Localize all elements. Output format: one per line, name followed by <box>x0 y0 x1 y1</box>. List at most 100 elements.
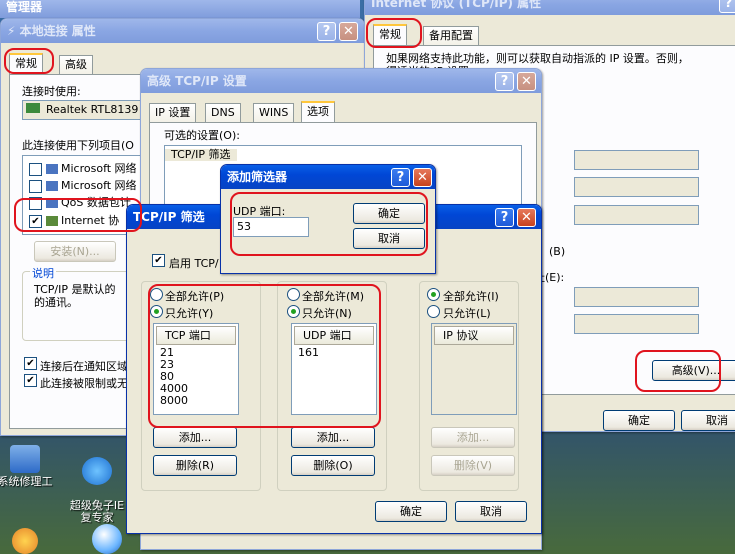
window-title: Internet 协议 (TCP/IP) 属性 <box>371 0 542 10</box>
tcp-remove-button[interactable]: 删除(R) <box>153 455 237 476</box>
background-window-title: 管理器 <box>0 0 360 18</box>
udp-add-button[interactable]: 添加... <box>291 427 375 448</box>
cancel-button[interactable]: 取消 <box>681 410 735 431</box>
item-checkbox[interactable] <box>29 162 42 176</box>
connect-using-label: 连接时使用: <box>22 85 81 98</box>
list-item[interactable]: Microsoft 网络 <box>29 177 137 193</box>
udp-ports-header: UDP 端口 <box>294 326 374 345</box>
adapter-icon <box>26 103 40 113</box>
item-checkbox[interactable] <box>29 196 42 210</box>
ok-button[interactable]: 确定 <box>353 203 425 224</box>
close-button[interactable]: ✕ <box>339 22 358 41</box>
radio-b-label: (B) <box>549 245 566 258</box>
dns-field-1 <box>574 287 699 307</box>
udp-remove-button[interactable]: 删除(O) <box>291 455 375 476</box>
desktop-icon-repair[interactable]: 系统修理工 <box>0 445 60 488</box>
tab-options[interactable]: 选项 <box>301 101 335 122</box>
advanced-button[interactable]: 高级(V)... <box>652 360 735 381</box>
tcp-allow-only-radio[interactable] <box>150 305 163 318</box>
item-icon <box>45 216 58 226</box>
ip-protocols-list: IP 协议 <box>431 323 517 415</box>
item-checkbox[interactable] <box>29 179 42 193</box>
install-button[interactable]: 安装(N)... <box>34 241 116 262</box>
ip-remove-button[interactable]: 删除(V) <box>431 455 515 476</box>
title-bar: Internet 协议 (TCP/IP) 属性 <box>365 0 735 15</box>
window-title: 添加筛选器 <box>227 170 288 184</box>
add-filter-dialog: 添加筛选器 ? ✕ UDP 端口: 53 确定 取消 <box>220 164 436 274</box>
start-orb-icon[interactable] <box>12 528 38 554</box>
list-item[interactable]: QoS 数据包计 <box>29 194 131 210</box>
ip-allow-all-label: 全部允许(I) <box>443 290 499 303</box>
ie-repair-icon <box>82 457 112 485</box>
dns-field-2 <box>574 314 699 334</box>
item-icon <box>45 198 58 208</box>
tcp-allow-only-label: 只允许(Y) <box>165 307 214 320</box>
title-bar: 高级 TCP/IP 设置 <box>141 69 541 93</box>
tab-general[interactable]: 常规 <box>373 24 407 45</box>
help-button[interactable]: ? <box>391 168 410 187</box>
item-label: QoS 数据包计 <box>61 196 131 209</box>
tcp-allow-all-radio[interactable] <box>150 288 163 301</box>
close-button[interactable]: ✕ <box>413 168 432 187</box>
help-button[interactable]: ? <box>495 208 514 227</box>
list-item[interactable]: ✔ Internet 协 <box>29 212 119 228</box>
udp-allow-all-radio[interactable] <box>287 288 300 301</box>
tcp-port-item[interactable]: 8000 <box>154 395 238 407</box>
help-button[interactable]: ? <box>317 22 336 41</box>
tcp-ports-header: TCP 端口 <box>156 326 236 345</box>
close-button[interactable]: ✕ <box>517 72 536 91</box>
tab-alternate-config[interactable]: 备用配置 <box>423 26 479 45</box>
enable-filter-checkbox[interactable]: ✔ <box>152 254 165 267</box>
item-checkbox[interactable]: ✔ <box>29 214 42 228</box>
ok-button[interactable]: 确定 <box>375 501 447 522</box>
cancel-button[interactable]: 取消 <box>455 501 527 522</box>
adapter-name: Realtek RTL8139 <box>46 103 139 116</box>
ip-field-1 <box>574 150 699 170</box>
ip-allow-only-label: 只允许(L) <box>443 307 491 320</box>
udp-port-item[interactable]: 161 <box>292 347 376 359</box>
udp-port-input[interactable]: 53 <box>233 217 309 237</box>
udp-allow-all-label: 全部允许(M) <box>302 290 365 303</box>
repair-icon <box>10 445 40 473</box>
notify-checkbox[interactable]: ✔ <box>24 357 37 370</box>
udp-allow-only-label: 只允许(N) <box>302 307 352 320</box>
list-item[interactable]: Microsoft 网络 <box>29 160 137 176</box>
ip-field-3 <box>574 205 699 225</box>
network-icon: ⚡ <box>7 24 20 38</box>
desktop-icon-label: 超级兔子IE 复专家 <box>69 499 125 524</box>
tab-advanced[interactable]: 高级 <box>59 55 93 74</box>
tab-general[interactable]: 常规 <box>9 53 43 74</box>
tab-wins[interactable]: WINS <box>253 103 295 122</box>
ip-field-2 <box>574 177 699 197</box>
tcp-add-button[interactable]: 添加... <box>153 427 237 448</box>
ip-protocols-header: IP 协议 <box>434 326 514 345</box>
title-bar: ⚡ 本地连接 属性 <box>1 19 364 43</box>
udp-ports-list: UDP 端口 161 <box>291 323 377 415</box>
items-label: 此连接使用下列项目(O <box>22 139 134 152</box>
item-icon <box>45 164 58 174</box>
item-label: Internet 协 <box>61 214 120 227</box>
tab-dns[interactable]: DNS <box>205 103 241 122</box>
enable-filter-label: 启用 TCP/ <box>169 257 219 270</box>
ok-button[interactable]: 确定 <box>603 410 675 431</box>
help-button[interactable]: ? <box>719 0 735 13</box>
limited-checkbox[interactable]: ✔ <box>24 374 37 387</box>
help-button[interactable]: ? <box>495 72 514 91</box>
close-button[interactable]: ✕ <box>517 208 536 227</box>
tab-ip-settings[interactable]: IP 设置 <box>149 103 197 122</box>
ip-allow-only-radio[interactable] <box>427 305 440 318</box>
udp-allow-only-radio[interactable] <box>287 305 300 318</box>
description-title: 说明 <box>30 265 56 281</box>
item-label: Microsoft 网络 <box>61 179 137 192</box>
messenger-icon[interactable] <box>92 524 122 554</box>
window-title: 本地连接 属性 <box>19 24 96 38</box>
desktop-icon-rabbit[interactable]: 超级兔子IE 复专家 <box>62 445 132 524</box>
tcp-ports-list: TCP 端口 21 23 80 4000 8000 <box>153 323 239 415</box>
description-text: TCP/IP 是默认的 的通讯。 <box>34 283 116 309</box>
cancel-button[interactable]: 取消 <box>353 228 425 249</box>
ip-add-button[interactable]: 添加... <box>431 427 515 448</box>
window-title: TCP/IP 筛选 <box>133 210 205 224</box>
ip-allow-all-radio[interactable] <box>427 288 440 301</box>
list-item[interactable]: TCP/IP 筛选 <box>165 149 237 161</box>
optional-settings-label: 可选的设置(O): <box>164 129 240 142</box>
